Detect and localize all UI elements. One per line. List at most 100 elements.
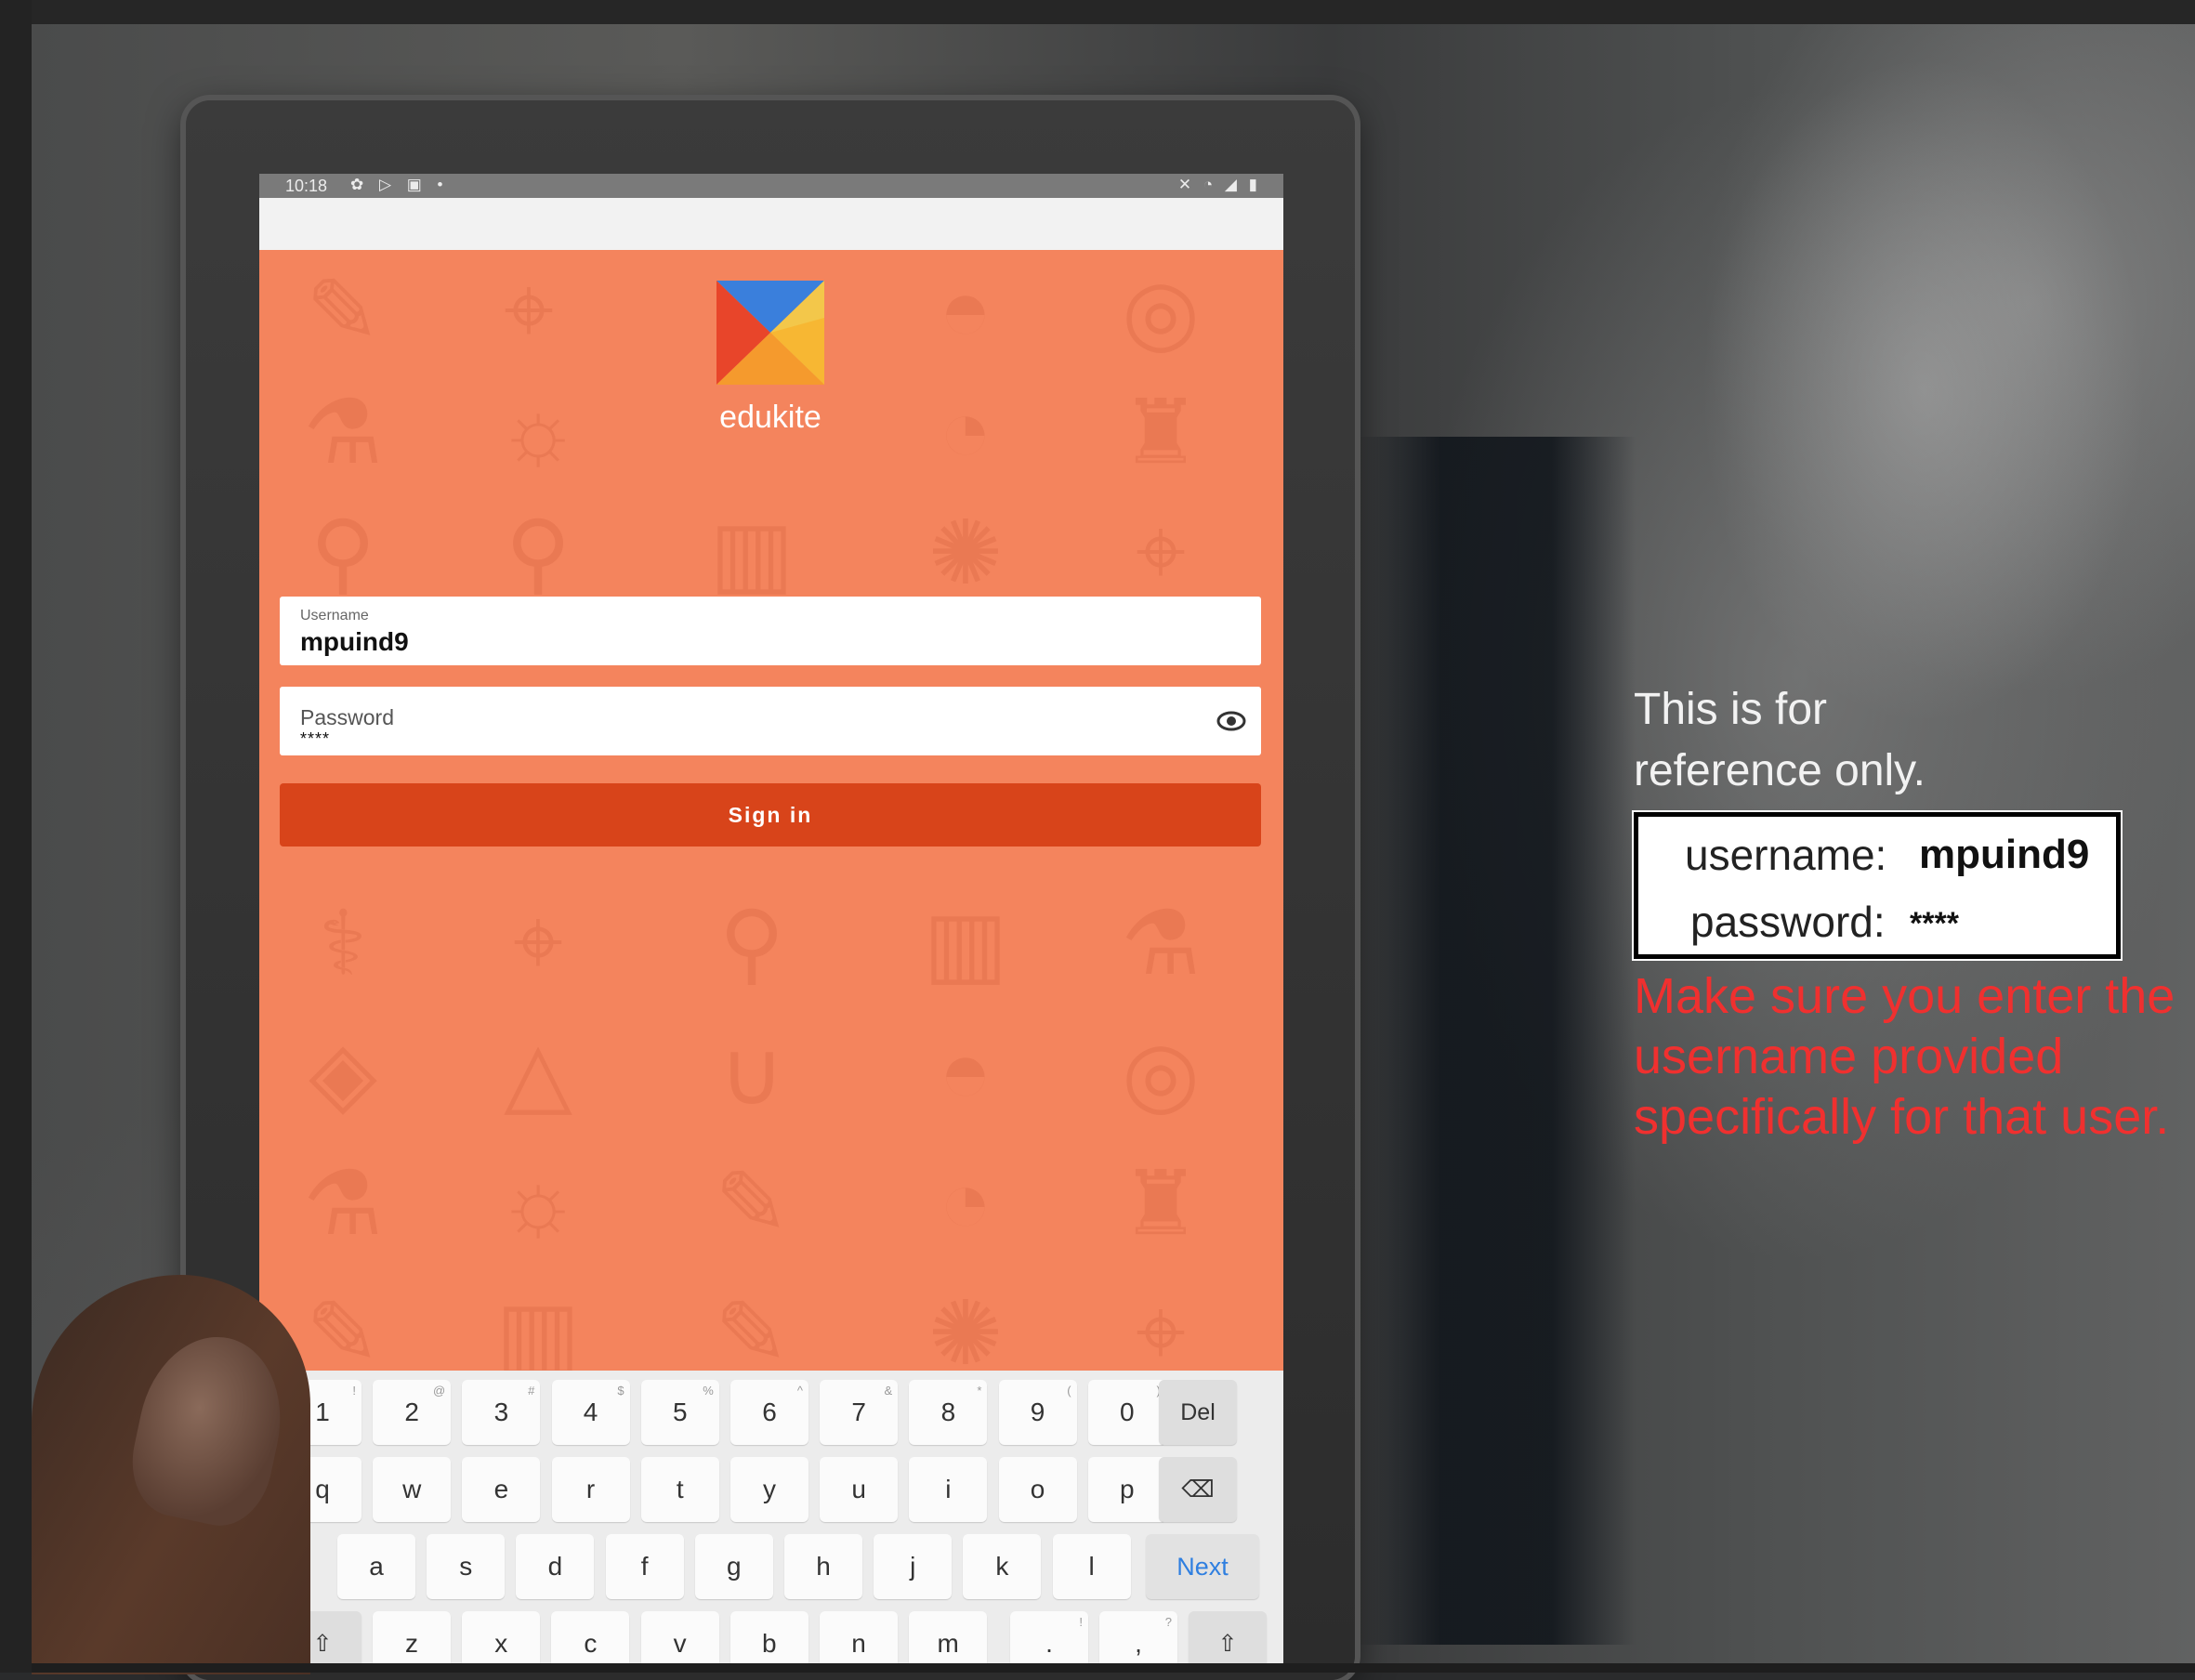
key-r[interactable]: r — [551, 1457, 630, 1522]
key-k-label: k — [995, 1552, 1009, 1581]
key-e-label: e — [493, 1475, 509, 1503]
key-9-label: 9 — [1030, 1398, 1045, 1426]
key-3-sup: # — [528, 1384, 535, 1398]
key-2[interactable]: 2 @ — [373, 1380, 452, 1445]
key-5-sup: % — [703, 1384, 714, 1398]
status-time: 10:18 — [285, 177, 328, 195]
key-l-label: l — [1088, 1552, 1095, 1581]
key-comma-sup: ? — [1164, 1615, 1172, 1629]
password-field[interactable]: Password **** — [280, 687, 1261, 755]
password-value: **** — [300, 729, 331, 748]
key-g-label: g — [727, 1552, 742, 1581]
sign-in-button[interactable]: Sign in — [280, 783, 1261, 847]
background-window — [1701, 56, 2147, 725]
key-l[interactable]: l — [1052, 1534, 1131, 1599]
key-j-label: j — [910, 1552, 916, 1581]
key-v-label: v — [673, 1629, 687, 1658]
cred-username-value: mpuind9 — [1919, 832, 2090, 877]
background-pattern: ✎ ⌖ ◓ ◎ ⚗ ☼ ◔ ♜ ⚲ ⚲ ▥ ✺ ⌖ ⚕ ⌖ ⚲ ▥ ⚗ ◈ △ … — [302, 260, 1202, 1384]
key-period-label: . — [1045, 1629, 1053, 1658]
username-label: Username — [300, 608, 369, 623]
key-b-label: b — [762, 1629, 777, 1658]
key-n-label: n — [851, 1629, 866, 1658]
frame-left — [0, 0, 32, 1673]
status-left-icons: ✿ ▷ ▣ • — [350, 176, 449, 193]
key-0[interactable]: 0) — [1087, 1380, 1166, 1445]
key-7-label: 7 — [851, 1398, 866, 1426]
key-period-sup: ! — [1079, 1615, 1083, 1629]
key-y[interactable]: y — [730, 1457, 808, 1522]
background-dark-column — [1357, 437, 1636, 1645]
key-i[interactable]: i — [909, 1457, 988, 1522]
app-bar — [259, 198, 1283, 250]
key-o[interactable]: o — [998, 1457, 1077, 1522]
key-f[interactable]: f — [605, 1534, 684, 1599]
cred-username-label: username: — [1685, 831, 1887, 879]
key-x-label: x — [494, 1629, 508, 1658]
key-a-label: a — [369, 1552, 384, 1581]
key-5[interactable]: 5% — [640, 1380, 719, 1445]
key-s[interactable]: s — [427, 1534, 506, 1599]
key-u[interactable]: u — [820, 1457, 899, 1522]
key-8[interactable]: 8 * — [909, 1380, 988, 1445]
tablet-screen: 10:18 ✿ ▷ ▣ • ✕ ◔ ◢ ▮ ✎ ⌖ ◓ ◎ ⚗ ☼ ◔ ♜ ⚲ … — [259, 174, 1283, 1673]
key-3-label: 3 — [493, 1398, 509, 1426]
key-o-label: o — [1030, 1475, 1045, 1503]
key-2-sup: @ — [432, 1384, 446, 1398]
key-4[interactable]: 4 $ — [551, 1380, 630, 1445]
key-g[interactable]: g — [694, 1534, 773, 1599]
key-d-label: d — [547, 1552, 563, 1581]
key-6[interactable]: 6 ^ — [730, 1380, 808, 1445]
key-h[interactable]: h — [784, 1534, 862, 1599]
cred-password-value: **** — [1910, 906, 1959, 941]
key-h-label: h — [816, 1552, 831, 1581]
key-6-sup: ^ — [796, 1384, 803, 1398]
credentials-box: username: mpuind9 password: **** — [1632, 810, 2123, 961]
key-z-label: z — [405, 1629, 418, 1658]
key-a[interactable]: a — [337, 1534, 415, 1599]
key-t[interactable]: t — [640, 1457, 719, 1522]
key-0-label: 0 — [1120, 1398, 1135, 1426]
key-s-label: s — [459, 1552, 473, 1581]
key-w[interactable]: w — [373, 1457, 452, 1522]
key-backspace[interactable]: ⌫ — [1159, 1457, 1237, 1522]
key-comma-label: , — [1135, 1629, 1142, 1658]
username-value: mpuind9 — [300, 627, 409, 656]
note-line-2: reference only. — [1634, 746, 1926, 795]
key-f-label: f — [640, 1552, 649, 1581]
key-u-label: u — [851, 1475, 866, 1503]
edukite-logo-icon — [716, 281, 824, 385]
key-k[interactable]: k — [963, 1534, 1042, 1599]
key-9-sup: ( — [1067, 1384, 1071, 1398]
key-c-label: c — [584, 1629, 598, 1658]
key-1-label: 1 — [315, 1398, 330, 1426]
brand-name: edukite — [719, 400, 821, 435]
username-field[interactable]: Username mpuind9 — [280, 597, 1261, 665]
key-7[interactable]: 7 & — [820, 1380, 899, 1445]
onscreen-keyboard: 1!2@3#4$5%6^7&8*9(0) Del qwertyuiop ⌫ as… — [259, 1371, 1283, 1673]
key-i-label: i — [945, 1475, 952, 1503]
warning-text: Make sure you enter the username provide… — [1634, 968, 2175, 1145]
key-4-sup: $ — [617, 1384, 624, 1398]
frame-bottom — [32, 1663, 2195, 1673]
key-p-label: p — [1120, 1475, 1135, 1503]
key-d[interactable]: d — [516, 1534, 595, 1599]
frame-top — [0, 0, 2195, 24]
key-p[interactable]: p — [1087, 1457, 1166, 1522]
key-1-sup: ! — [352, 1384, 356, 1398]
key-q-label: q — [315, 1475, 330, 1503]
status-right-icons: ✕ ◔ ◢ ▮ — [1177, 176, 1261, 193]
eye-icon[interactable] — [1216, 707, 1246, 735]
key-9[interactable]: 9( — [998, 1380, 1077, 1445]
key-del[interactable]: Del — [1159, 1380, 1237, 1445]
key-m-label: m — [937, 1629, 959, 1658]
key-7-sup: & — [884, 1384, 893, 1398]
key-next[interactable]: Next — [1146, 1534, 1259, 1599]
key-3[interactable]: 3 # — [462, 1380, 541, 1445]
key-5-label: 5 — [673, 1398, 688, 1426]
key-j[interactable]: j — [874, 1534, 953, 1599]
status-bar: 10:18 ✿ ▷ ▣ • ✕ ◔ ◢ ▮ — [259, 174, 1283, 198]
key-e[interactable]: e — [462, 1457, 541, 1522]
key-y-label: y — [763, 1475, 776, 1503]
key-4-label: 4 — [583, 1398, 598, 1426]
